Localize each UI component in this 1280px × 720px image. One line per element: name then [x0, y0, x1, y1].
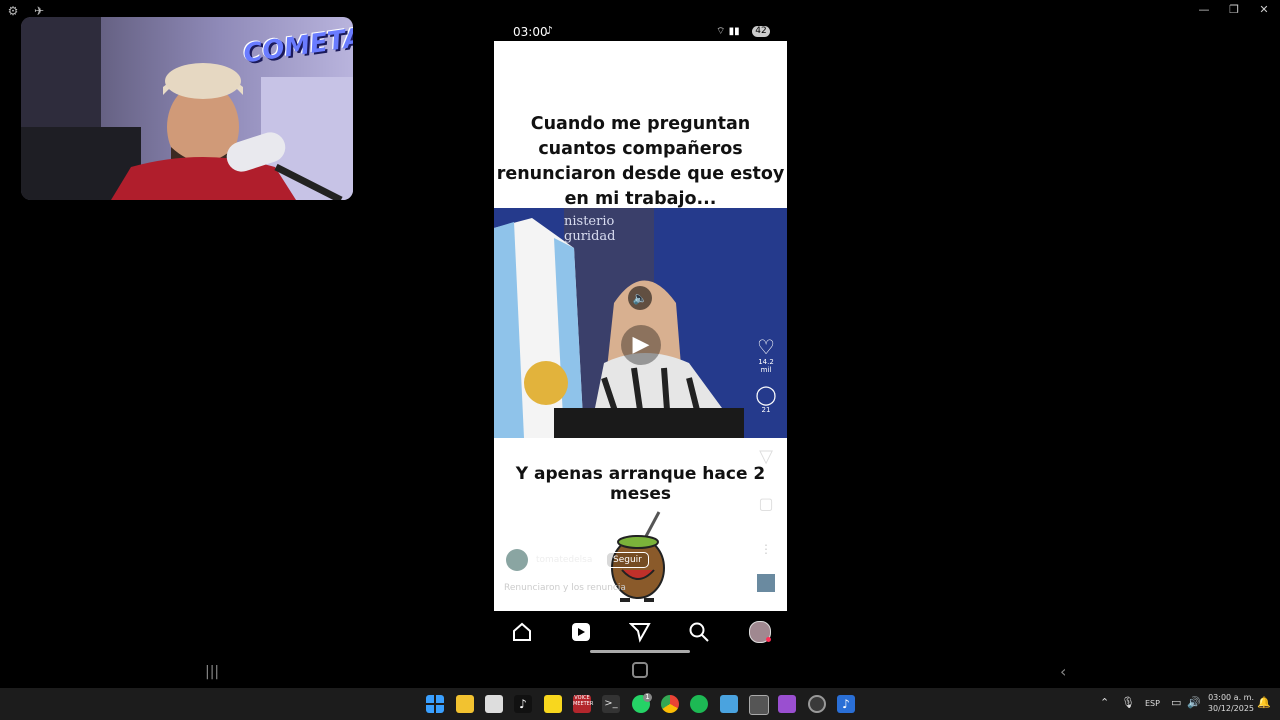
- webcam-feed: COMETA: [21, 17, 353, 200]
- terminal-icon[interactable]: >_: [602, 695, 620, 713]
- close-button[interactable]: ✕: [1250, 2, 1278, 18]
- recent-apps-icon[interactable]: |||: [205, 664, 219, 680]
- notification-dot: [766, 637, 771, 642]
- heart-icon: ♡: [757, 335, 775, 359]
- voicemeeter-icon[interactable]: VOICE MEETER: [573, 695, 593, 713]
- home-icon[interactable]: [511, 621, 533, 643]
- chrome-icon[interactable]: [661, 695, 679, 713]
- whatsapp-badge: 1: [643, 693, 652, 702]
- taskbar: ♪ VOICE MEETER >_ 1 ♪ ⌃ 🎙 ESP ▭ 🔊 03:00 …: [0, 688, 1280, 720]
- settings-icon[interactable]: ⚙: [6, 4, 20, 18]
- spotify-icon[interactable]: [690, 695, 708, 713]
- tiktok-icon[interactable]: ♪: [514, 695, 532, 713]
- sticky-notes-icon[interactable]: [544, 695, 562, 713]
- reels-icon[interactable]: [570, 621, 592, 643]
- clock-time: 03:00 a. m.: [1208, 693, 1254, 702]
- reel-video[interactable]: nisterio guridad 🔈 ▶ ♡ 14.2 mil ◯ 21: [494, 208, 787, 438]
- send-icon[interactable]: [629, 621, 651, 643]
- window-app-icon[interactable]: [749, 695, 769, 715]
- background-sign-line-1: nisterio: [564, 214, 615, 229]
- clock-date: 30/12/2025: [1207, 704, 1254, 713]
- back-icon[interactable]: ‹: [1060, 662, 1066, 681]
- signal-icon: ⌔ ▮▮: [716, 26, 740, 37]
- background-sign-line-2: guridad: [564, 229, 616, 244]
- follow-button[interactable]: Seguir: [606, 552, 649, 568]
- notifications-icon[interactable]: 🔔: [1257, 696, 1271, 709]
- post-description: Renunciaron y los renuncia: [504, 583, 626, 593]
- phone-screen[interactable]: 03:00 ♪ ⌔ ▮▮ 42 Cuando me preguntan cuan…: [494, 22, 787, 656]
- gesture-bar[interactable]: [590, 650, 690, 653]
- maximize-button[interactable]: ❐: [1220, 2, 1248, 18]
- obs-icon[interactable]: [808, 695, 826, 713]
- mute-toggle-icon[interactable]: 🔈: [628, 286, 652, 310]
- play-icon[interactable]: ▶: [621, 325, 661, 365]
- user-avatar[interactable]: [506, 549, 528, 571]
- language-indicator[interactable]: ESP: [1145, 699, 1160, 708]
- comment-icon: ◯: [755, 384, 777, 406]
- comment-count: 21: [761, 406, 771, 414]
- video-frame: [494, 208, 787, 438]
- store-icon[interactable]: [485, 695, 503, 713]
- scrcpy-icon[interactable]: ♪: [837, 695, 855, 713]
- more-options-icon[interactable]: ⋮: [752, 542, 780, 556]
- windows-start-icon[interactable]: [426, 695, 444, 713]
- phone-link-icon[interactable]: [778, 695, 796, 713]
- app-grid-icon[interactable]: [720, 695, 738, 713]
- comment-button[interactable]: ◯ 21: [752, 384, 780, 414]
- tray-chevron-icon[interactable]: ⌃: [1100, 696, 1109, 709]
- network-icon[interactable]: ▭: [1171, 696, 1181, 709]
- file-explorer-icon[interactable]: [456, 695, 474, 713]
- tiktok-notification-icon: ♪: [546, 24, 554, 37]
- status-bar: 03:00 ♪ ⌔ ▮▮ 42: [494, 22, 787, 41]
- like-button[interactable]: ♡ 14.2 mil: [752, 336, 780, 374]
- search-icon[interactable]: [688, 621, 710, 643]
- like-count: 14.2 mil: [758, 358, 774, 374]
- save-icon[interactable]: ▢: [752, 494, 780, 513]
- android-home-icon[interactable]: [632, 662, 648, 678]
- audio-thumbnail[interactable]: [756, 573, 776, 593]
- clock[interactable]: 03:00 a. m. 30/12/2025: [1204, 692, 1254, 714]
- status-time: 03:00: [513, 25, 548, 39]
- username[interactable]: tomatedelsa: [536, 555, 592, 565]
- share-icon[interactable]: ▽: [752, 446, 780, 467]
- volume-icon[interactable]: 🔊: [1187, 696, 1201, 709]
- next-post-caption: Y apenas arranque hace 2 meses: [515, 464, 766, 504]
- minimize-button[interactable]: —: [1190, 2, 1218, 18]
- post-caption: Cuando me preguntan cuantos compañeros r…: [496, 114, 785, 209]
- microphone-icon[interactable]: 🎙: [1121, 696, 1135, 709]
- pin-icon[interactable]: ✈: [32, 4, 46, 18]
- battery-badge: 42: [752, 26, 770, 37]
